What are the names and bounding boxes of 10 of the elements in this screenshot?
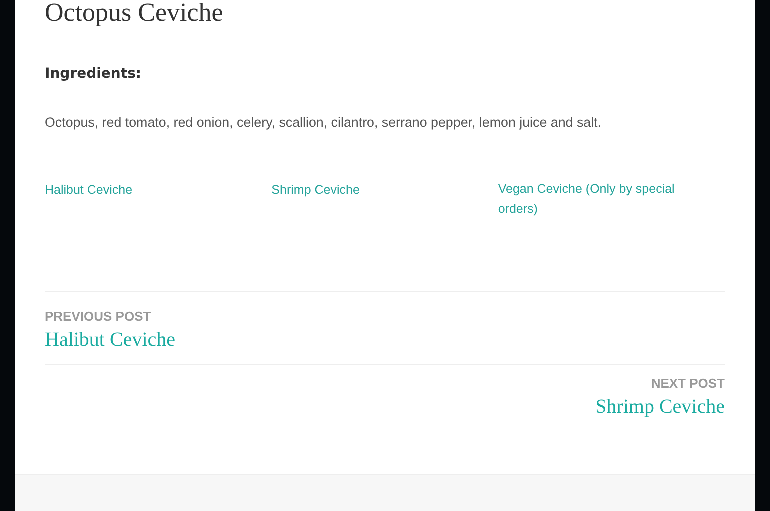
post-nav-link[interactable]: Shrimp Ceviche xyxy=(596,393,725,421)
related-post-link[interactable]: Halibut Ceviche xyxy=(45,180,133,200)
ingredients-heading: Ingredients: xyxy=(45,66,143,82)
related-post-link[interactable]: Vegan Ceviche (Only by special orders) xyxy=(498,179,716,219)
post-nav-link[interactable]: Halibut Ceviche xyxy=(45,326,176,354)
post-nav-label: NEXT POST xyxy=(651,375,725,393)
ingredients-text: Octopus, red tomato, red onion, celery, scallion, cilantro, serrano pepper, lemon juice and salt. xyxy=(45,114,603,132)
post-title: Octopus Ceviche xyxy=(45,0,224,26)
post-nav-label: PREVIOUS POST xyxy=(45,308,152,326)
related-post-link[interactable]: Shrimp Ceviche xyxy=(272,180,360,200)
